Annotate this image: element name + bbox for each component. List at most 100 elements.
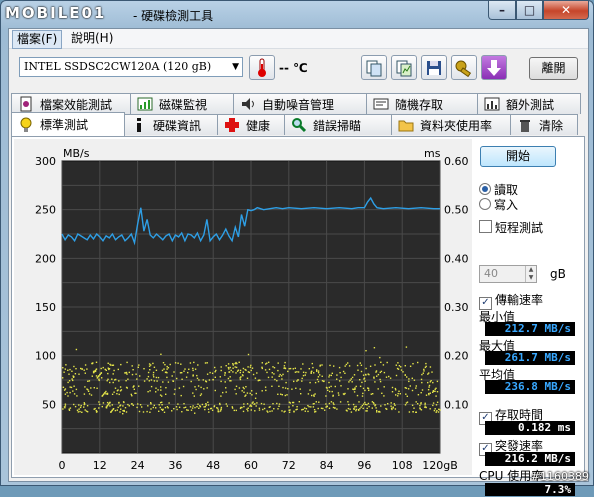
access-time-point <box>173 371 175 373</box>
minimize-button[interactable]: – <box>488 1 516 20</box>
access-time-point <box>64 368 66 370</box>
tab-label: 標準測試 <box>40 118 89 132</box>
window-title: - 硬碟檢測工具 <box>133 9 214 23</box>
access-time-point <box>69 391 71 394</box>
y-right-tick-label: 0.20 <box>444 350 469 363</box>
save-button[interactable] <box>421 55 447 80</box>
tab-benchmark[interactable]: 標準測試 <box>11 112 125 136</box>
access-time-point <box>372 393 374 395</box>
tab-label: 檔案效能測試 <box>40 97 113 112</box>
access-time-point <box>91 375 93 377</box>
access-time-point <box>193 395 195 397</box>
access-time-point <box>404 365 406 367</box>
access-time-point <box>231 407 234 409</box>
access-time-point <box>308 368 310 370</box>
access-time-point <box>365 350 367 352</box>
access-time-point <box>110 364 112 366</box>
copy-graph-button[interactable] <box>391 55 417 80</box>
access-time-point <box>339 372 341 374</box>
access-time-point <box>334 385 336 388</box>
tab-error-scan[interactable]: 錯誤掃瞄 <box>284 114 392 135</box>
access-time-point <box>328 376 330 378</box>
access-time-point <box>271 385 273 387</box>
tab-aam[interactable]: 自動噪音管理 <box>233 93 367 114</box>
spin-arrows-icon[interactable]: ▲ ▼ <box>525 266 536 282</box>
access-time-point <box>95 368 98 370</box>
access-time-point <box>398 390 400 392</box>
short-test-size-input[interactable]: 40 ▲ ▼ <box>479 265 537 283</box>
maximize-button[interactable]: □ <box>516 1 543 20</box>
access-time-point <box>406 376 408 378</box>
tab-file-benchmark[interactable]: 檔案效能測試 <box>11 93 131 114</box>
tab-health[interactable]: 健康 <box>217 114 285 135</box>
drive-select[interactable]: INTEL SSDSC2CW120A (120 gB) ▼ <box>19 57 243 77</box>
menu-file[interactable]: 檔案(F) <box>12 30 63 49</box>
tab-info[interactable]: 硬碟資訊 <box>124 114 218 135</box>
access-time-point <box>165 371 167 373</box>
access-time-point <box>79 410 81 413</box>
access-time-point <box>424 402 426 404</box>
access-time-point <box>64 403 67 405</box>
file-benchmark-icon <box>18 96 34 112</box>
tab-label: 清除 <box>539 118 564 133</box>
access-time-point <box>425 394 428 396</box>
temperature-readout: -- ℃ <box>279 61 308 75</box>
tab-extra-tests[interactable]: 額外測試 <box>477 93 581 114</box>
access-time-point <box>245 386 247 388</box>
access-time-point <box>165 393 167 395</box>
access-time-point <box>176 377 178 380</box>
cpu-value: 7.3% <box>485 483 575 496</box>
access-time-point <box>367 387 370 390</box>
access-time-point <box>181 411 183 413</box>
access-time-point <box>122 410 124 412</box>
access-time-point <box>118 380 120 382</box>
access-time-point <box>160 389 162 391</box>
access-time-point <box>138 410 141 413</box>
access-time-point <box>228 368 230 370</box>
access-time-point <box>193 361 195 364</box>
access-time-point <box>254 410 256 412</box>
access-time-point <box>246 403 249 405</box>
access-time-point <box>405 393 407 395</box>
access-time-point <box>421 389 424 391</box>
access-time-point <box>90 394 93 396</box>
close-button[interactable]: ✕ <box>543 1 589 20</box>
access-time-point <box>391 386 394 389</box>
tab-folder-usage[interactable]: 資料夾使用率 <box>391 114 511 135</box>
access-time-point <box>73 385 75 387</box>
access-time-point <box>230 369 232 372</box>
access-time-point <box>220 406 223 409</box>
radio-off-icon <box>479 198 491 210</box>
access-time-point <box>355 408 358 411</box>
download-button[interactable] <box>481 55 507 80</box>
access-time-point <box>321 380 324 382</box>
tab-erase[interactable]: 清除 <box>510 114 578 135</box>
access-time-point <box>264 386 267 388</box>
write-radio[interactable]: 寫入 <box>479 196 518 213</box>
access-time-point <box>311 362 313 365</box>
short-test-checkbox[interactable]: 短程測試 <box>479 219 543 236</box>
tab-random-access[interactable]: 隨機存取 <box>366 93 478 114</box>
options-button[interactable] <box>451 55 477 80</box>
client-area: 檔案(F) 說明(H) INTEL SSDSC2CW120A (120 gB) … <box>8 28 589 496</box>
access-time-point <box>423 368 425 371</box>
tab-disk-monitor[interactable]: 磁碟監視 <box>130 93 234 114</box>
start-button[interactable]: 開始 <box>480 146 556 167</box>
access-time-point <box>304 410 306 412</box>
burst-rate-value: 216.2 MB/s <box>485 452 575 466</box>
access-time-point <box>359 379 361 381</box>
access-time-point <box>429 392 431 394</box>
menu-help[interactable]: 說明(H) <box>67 30 117 47</box>
exit-button[interactable]: 離開 <box>529 57 578 80</box>
access-time-point <box>252 373 255 376</box>
title-bar[interactable]: MOBILE01 - 硬碟檢測工具 – □ ✕ <box>1 1 593 28</box>
access-time-point <box>419 404 421 407</box>
access-time-point <box>137 366 139 368</box>
access-time-point <box>206 373 209 375</box>
temperature-button[interactable] <box>249 55 275 80</box>
access-time-point <box>232 364 234 366</box>
copy-text-button[interactable] <box>361 55 387 80</box>
access-time-point <box>288 406 290 408</box>
folder-icon <box>398 117 414 133</box>
access-time-point <box>435 411 437 413</box>
